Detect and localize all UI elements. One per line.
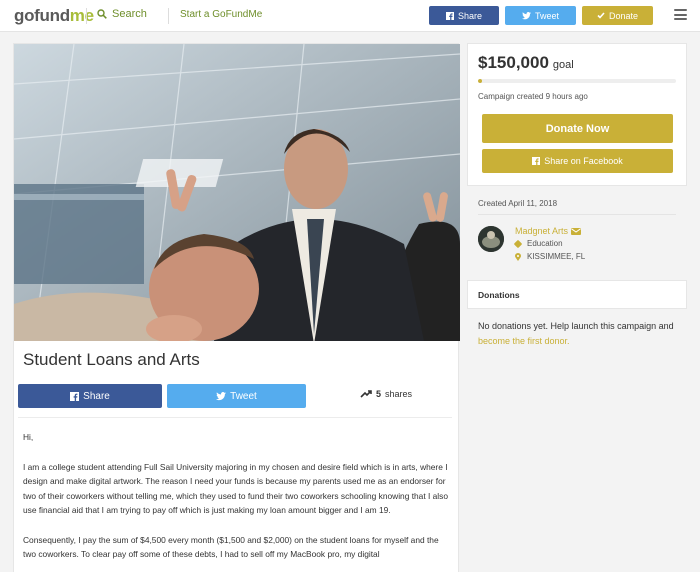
logo-text-me: me — [69, 6, 94, 25]
tweet-button[interactable]: Tweet — [167, 384, 306, 408]
share-on-facebook-button[interactable]: Share on Facebook — [482, 149, 673, 173]
header-donate-label: Donate — [608, 10, 639, 21]
header-donate-button[interactable]: Donate — [582, 6, 653, 25]
created-date: Created April 11, 2018 — [478, 199, 558, 208]
campaign-story: Hi, I am a college student attending Ful… — [23, 430, 451, 572]
heart-icon[interactable] — [423, 54, 460, 341]
donations-title: Donations — [478, 290, 520, 300]
story-paragraph: I am a college student attending Full Sa… — [23, 461, 449, 516]
shares-suffix: shares — [385, 389, 413, 399]
donations-card: Donations — [467, 280, 687, 309]
location: KISSIMMEE, FL — [515, 252, 585, 261]
campaign-card: Student Loans and Arts Share Tweet 5 sha… — [13, 43, 460, 572]
header-share-button[interactable]: Share — [429, 6, 499, 25]
logo-text: gofund — [14, 6, 70, 25]
facebook-icon — [445, 11, 454, 20]
goal-label: goal — [552, 59, 574, 71]
tag-icon — [513, 239, 523, 248]
gofundme-logo[interactable]: gofundme — [14, 6, 94, 26]
header-tweet-button[interactable]: Tweet — [505, 6, 576, 25]
start-gofundme-link[interactable]: Start a GoFundMe — [180, 9, 262, 20]
divider — [478, 214, 676, 215]
share-on-facebook-label: Share on Facebook — [544, 156, 623, 166]
shares-count: 5 shares — [360, 389, 412, 399]
campaign-title: Student Loans and Arts — [23, 350, 200, 369]
check-icon — [597, 12, 605, 19]
header-divider — [168, 8, 169, 24]
avatar[interactable] — [478, 226, 504, 252]
organizer-name: Madgnet Arts — [515, 226, 569, 236]
first-donor-link[interactable]: become the first donor. — [478, 336, 570, 346]
no-donations-text: No donations yet. Help launch this campa… — [478, 321, 674, 331]
goal-amount: $150,000 — [478, 53, 549, 72]
header-share-label: Share — [457, 10, 483, 21]
header-tweet-label: Tweet — [534, 10, 559, 21]
category-label[interactable]: Education — [527, 239, 563, 248]
donate-now-button[interactable]: Donate Now — [482, 114, 673, 143]
goal-card: $150,000 goal Campaign created 9 hours a… — [467, 43, 687, 186]
search-icon — [97, 9, 107, 19]
divider — [18, 417, 452, 418]
goal: $150,000 goal — [478, 53, 574, 73]
story-paragraph: Consequently, I pay the sum of $4,500 ev… — [23, 534, 439, 560]
mail-icon[interactable] — [571, 227, 582, 235]
trending-up-icon — [360, 390, 372, 398]
search-link[interactable]: Search — [97, 8, 147, 20]
campaign-photo — [14, 44, 460, 341]
shares-number: 5 — [376, 389, 382, 399]
campaign-created-ago: Campaign created 9 hours ago — [478, 92, 588, 101]
no-donations-message: No donations yet. Help launch this campa… — [478, 319, 688, 348]
organizer-name-link[interactable]: Madgnet Arts — [515, 226, 582, 236]
organizer: Madgnet Arts Education KISSIMMEE, FL — [478, 224, 678, 264]
share-row: Share Tweet 5 shares — [18, 384, 452, 409]
hamburger-menu-icon[interactable] — [674, 9, 687, 20]
progress-fill — [478, 79, 482, 83]
facebook-icon — [532, 157, 541, 165]
search-label: Search — [112, 8, 147, 20]
tweet-label: Tweet — [230, 390, 257, 402]
twitter-icon — [216, 391, 227, 400]
location-label: KISSIMMEE, FL — [527, 252, 586, 261]
category: Education — [513, 239, 563, 248]
facebook-icon — [70, 391, 80, 401]
share-label: Share — [83, 390, 110, 402]
twitter-icon — [521, 11, 531, 19]
site-header: gofundme Search Start a GoFundMe Share T… — [0, 0, 700, 32]
progress-bar — [478, 79, 676, 83]
story-paragraph: Hi, — [23, 432, 34, 442]
header-divider — [86, 8, 87, 24]
share-facebook-button[interactable]: Share — [18, 384, 162, 408]
location-pin-icon — [515, 252, 521, 261]
